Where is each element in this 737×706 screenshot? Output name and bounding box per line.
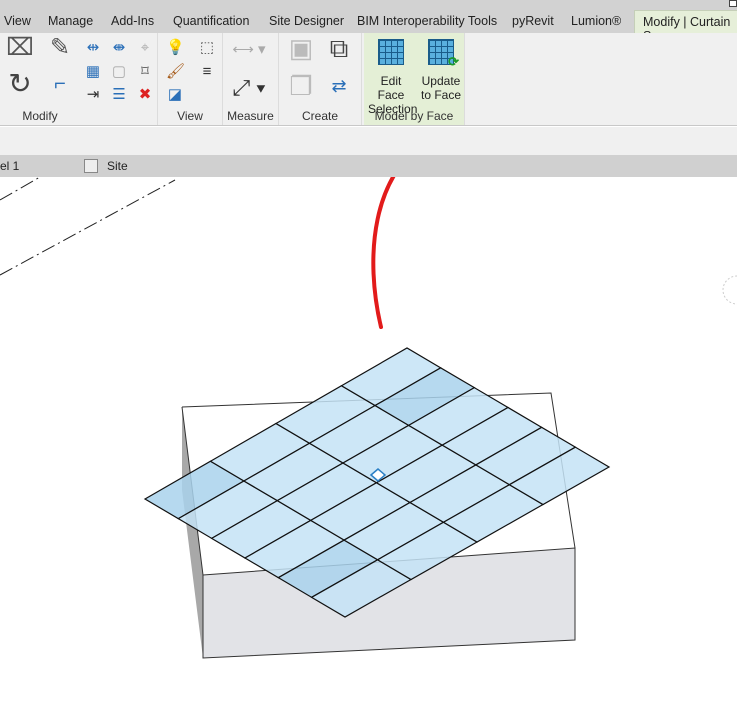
dimension-icon[interactable]: ⤢ ▾ [229, 77, 269, 99]
tab-add-ins[interactable]: Add-Ins [111, 14, 154, 28]
array-icon[interactable]: ▦ [84, 63, 102, 81]
scale-icon[interactable]: ▢ [110, 63, 128, 81]
tab-modify-curtain-system[interactable]: Modify | Curtain S [634, 10, 737, 43]
panel-label: Create [301, 109, 339, 123]
panel-label: Measure [227, 109, 274, 123]
create-assembly-icon[interactable]: ▣ [285, 35, 317, 71]
delete-icon[interactable]: ✖ [136, 86, 154, 104]
panel-modify: ⌧ ✎ ↻ ⌐ ⇹ ⇼ ⌖ ▦ ▢ ⌑ ⇥ ☰ ✖ Modify [0, 33, 158, 125]
box-left-face [182, 407, 203, 658]
linework-icon[interactable]: ≡ [198, 63, 216, 81]
button-label: to Face [420, 88, 462, 102]
view-tab-site[interactable]: Site [107, 159, 128, 173]
tab-site-designer[interactable]: Site Designer [269, 14, 344, 28]
window-control[interactable] [729, 0, 737, 7]
view-cube[interactable] [722, 275, 737, 305]
create-parts-icon[interactable]: ❐ [285, 73, 317, 109]
align-icon[interactable]: ⇹ [84, 39, 102, 57]
offset-icon[interactable]: ⇼ [110, 39, 128, 57]
update-to-face-button[interactable]: ⟳ Update to Face [418, 35, 464, 105]
modify-select-icon[interactable]: ⌧ [6, 36, 34, 69]
red-annotation [371, 177, 396, 329]
panel-measure: ⟷ ▾ ⤢ ▾ Measure [223, 33, 279, 125]
panel-label: Modify [22, 109, 58, 123]
view-tabs: el 1 Site [0, 155, 737, 177]
button-label: Update [421, 74, 461, 88]
tab-lumion[interactable]: Lumion® [571, 14, 621, 28]
pin-disabled-icon[interactable]: ⌖ [136, 39, 154, 57]
tab-view[interactable]: View [4, 14, 31, 28]
tab-quantification[interactable]: Quantification [173, 14, 249, 28]
tab-bim-interoperability[interactable]: BIM Interoperability Tools [357, 14, 497, 28]
ribbon-tabs: View Manage Add-Ins Quantification Site … [0, 0, 737, 43]
edit-face-selection-button[interactable]: Edit Face Selection [368, 35, 417, 116]
section-box-icon[interactable]: ◪ [166, 86, 184, 104]
measure-between-icon[interactable]: ⟷ ▾ [229, 41, 269, 59]
paintbrush-icon[interactable]: 🖌 [166, 63, 185, 81]
tab-pyrevit[interactable]: pyRevit [512, 14, 554, 28]
options-bar [0, 127, 737, 155]
tab-manage[interactable]: Manage [48, 14, 93, 28]
site-plan-icon [84, 159, 98, 173]
split-gap-icon[interactable]: ☰ [110, 86, 128, 104]
pin-icon[interactable]: ⌑ [136, 63, 154, 81]
match-properties-icon[interactable]: ✎ [46, 36, 74, 69]
panel-model-by-face: Edit Face Selection ⟳ Update to Face Mod… [364, 33, 465, 125]
panel-label: View [177, 109, 203, 123]
rotate-icon[interactable]: ↻ [6, 70, 34, 105]
hide-element-icon[interactable]: ⬚ [198, 39, 216, 57]
dash-dot-lines [0, 177, 176, 276]
curtain-grid-refresh-icon: ⟳ [428, 39, 459, 69]
curtain-grid-edit-icon [378, 39, 404, 65]
3d-view-canvas[interactable] [0, 177, 737, 706]
button-label: Edit Face [377, 74, 405, 102]
panel-view: 💡 ⬚ 🖌 ≡ ◪ View [158, 33, 223, 125]
create-similar-icon[interactable]: ⧉ [323, 35, 355, 71]
lightbulb-icon[interactable]: 💡 [166, 39, 185, 57]
trim-icon[interactable]: ⌐ [46, 74, 74, 105]
split-icon[interactable]: ⇥ [84, 86, 102, 104]
panel-label: Model by Face [374, 109, 454, 123]
view-tab-level-1[interactable]: el 1 [0, 159, 19, 173]
create-group-icon[interactable]: ⇄ [323, 77, 355, 109]
panel-create: ▣ ⧉ ❐ ⇄ Create [279, 33, 362, 125]
ribbon: ⌧ ✎ ↻ ⌐ ⇹ ⇼ ⌖ ▦ ▢ ⌑ ⇥ ☰ ✖ Modify 💡 ⬚ 🖌 ≡… [0, 33, 737, 126]
